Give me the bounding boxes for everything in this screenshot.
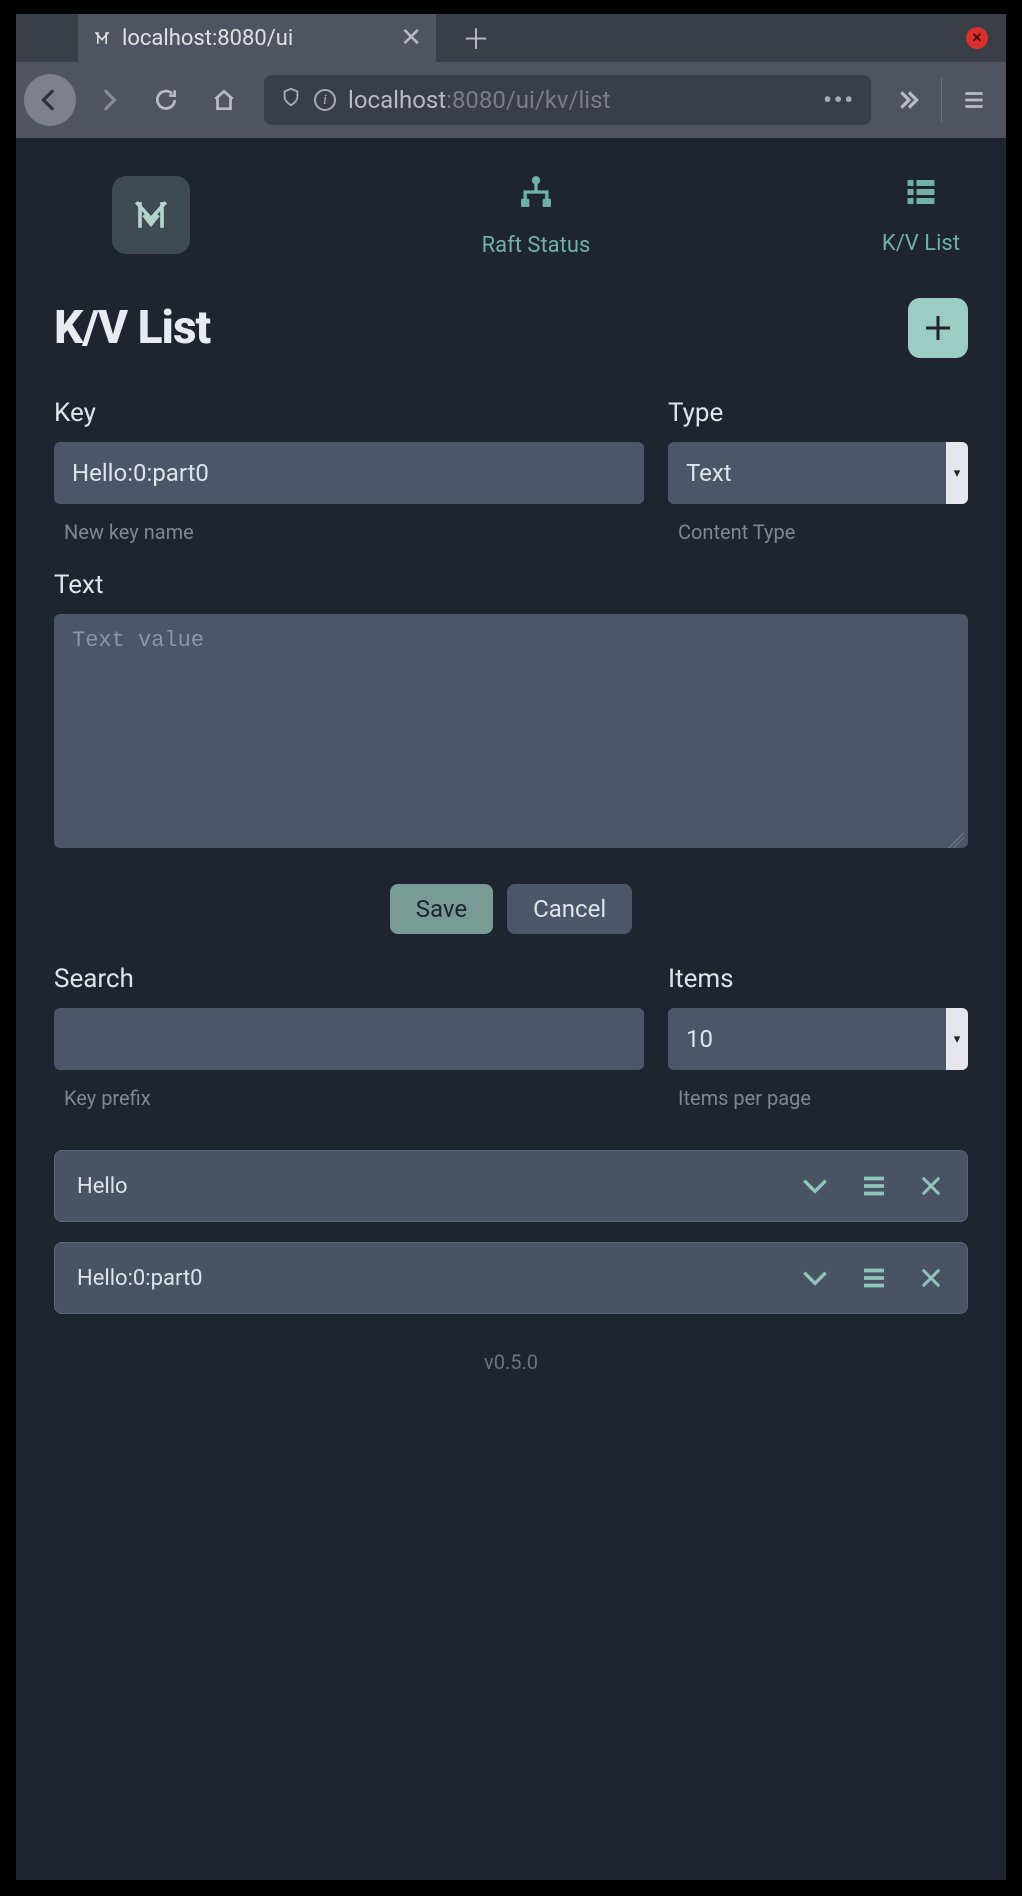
url-text: localhost:8080/ui/kv/list [348,86,811,114]
text-label: Text [54,570,968,600]
hamburger-menu-icon[interactable] [950,76,998,124]
brand-logo-icon[interactable] [112,176,190,254]
key-label: Key [54,398,644,428]
nav-label: K/V List [882,231,960,256]
menu-icon[interactable] [859,1262,889,1294]
tab-title: localhost:8080/ui [122,26,390,51]
item-key: Hello [77,1174,799,1199]
item-key: Hello:0:part0 [77,1266,799,1291]
key-helper: New key name [64,520,644,544]
type-label: Type [668,398,968,428]
delete-icon[interactable] [917,1170,945,1202]
toolbar-divider [941,78,942,122]
back-button[interactable] [24,74,76,126]
url-more-icon[interactable]: ••• [823,86,855,114]
browser-titlebar: localhost:8080/ui ✕ ＋ [16,14,1006,62]
type-helper: Content Type [678,520,968,544]
dropdown-arrow-icon: ▾ [946,442,968,504]
tab-close-icon[interactable]: ✕ [400,23,422,53]
tab-favicon-icon [92,28,112,48]
list-icon [900,174,942,219]
info-icon[interactable]: i [314,89,336,111]
expand-icon[interactable] [799,1262,831,1294]
forward-button[interactable] [82,74,134,126]
app-topnav: Raft Status K/V List [54,168,968,288]
window-close-button[interactable] [966,27,988,49]
key-input[interactable] [54,442,644,504]
save-button[interactable]: Save [390,884,493,934]
add-button[interactable] [908,298,968,358]
url-bar[interactable]: i localhost:8080/ui/kv/list ••• [264,75,871,125]
expand-icon[interactable] [799,1170,831,1202]
footer-version: v0.5.0 [54,1350,968,1374]
list-item[interactable]: Hello [54,1150,968,1222]
nav-kv-list[interactable]: K/V List [882,174,960,256]
search-label: Search [54,964,644,994]
text-textarea[interactable] [54,614,968,848]
delete-icon[interactable] [917,1262,945,1294]
search-input[interactable] [54,1008,644,1070]
nav-raft-status[interactable]: Raft Status [482,172,591,258]
home-button[interactable] [198,74,250,126]
browser-toolbar: i localhost:8080/ui/kv/list ••• [16,62,1006,138]
cancel-button[interactable]: Cancel [507,884,632,934]
items-select[interactable]: 10 [668,1008,968,1070]
page-content: Raft Status K/V List K/V List Key New ke… [16,138,1006,1880]
items-helper: Items per page [678,1086,968,1110]
search-helper: Key prefix [64,1086,644,1110]
reload-button[interactable] [140,74,192,126]
shield-icon[interactable] [280,85,302,115]
items-label: Items [668,964,968,994]
dropdown-arrow-icon: ▾ [946,1008,968,1070]
kv-list: Hello Hello:0:part0 [54,1150,968,1314]
list-item[interactable]: Hello:0:part0 [54,1242,968,1314]
overflow-chevron-icon[interactable] [885,76,933,124]
browser-tab[interactable]: localhost:8080/ui ✕ [78,14,436,62]
menu-icon[interactable] [859,1170,889,1202]
sitemap-icon [515,172,557,221]
type-select[interactable]: Text [668,442,968,504]
page-title: K/V List [54,301,210,355]
nav-label: Raft Status [482,233,591,258]
new-tab-button[interactable]: ＋ [456,18,496,58]
